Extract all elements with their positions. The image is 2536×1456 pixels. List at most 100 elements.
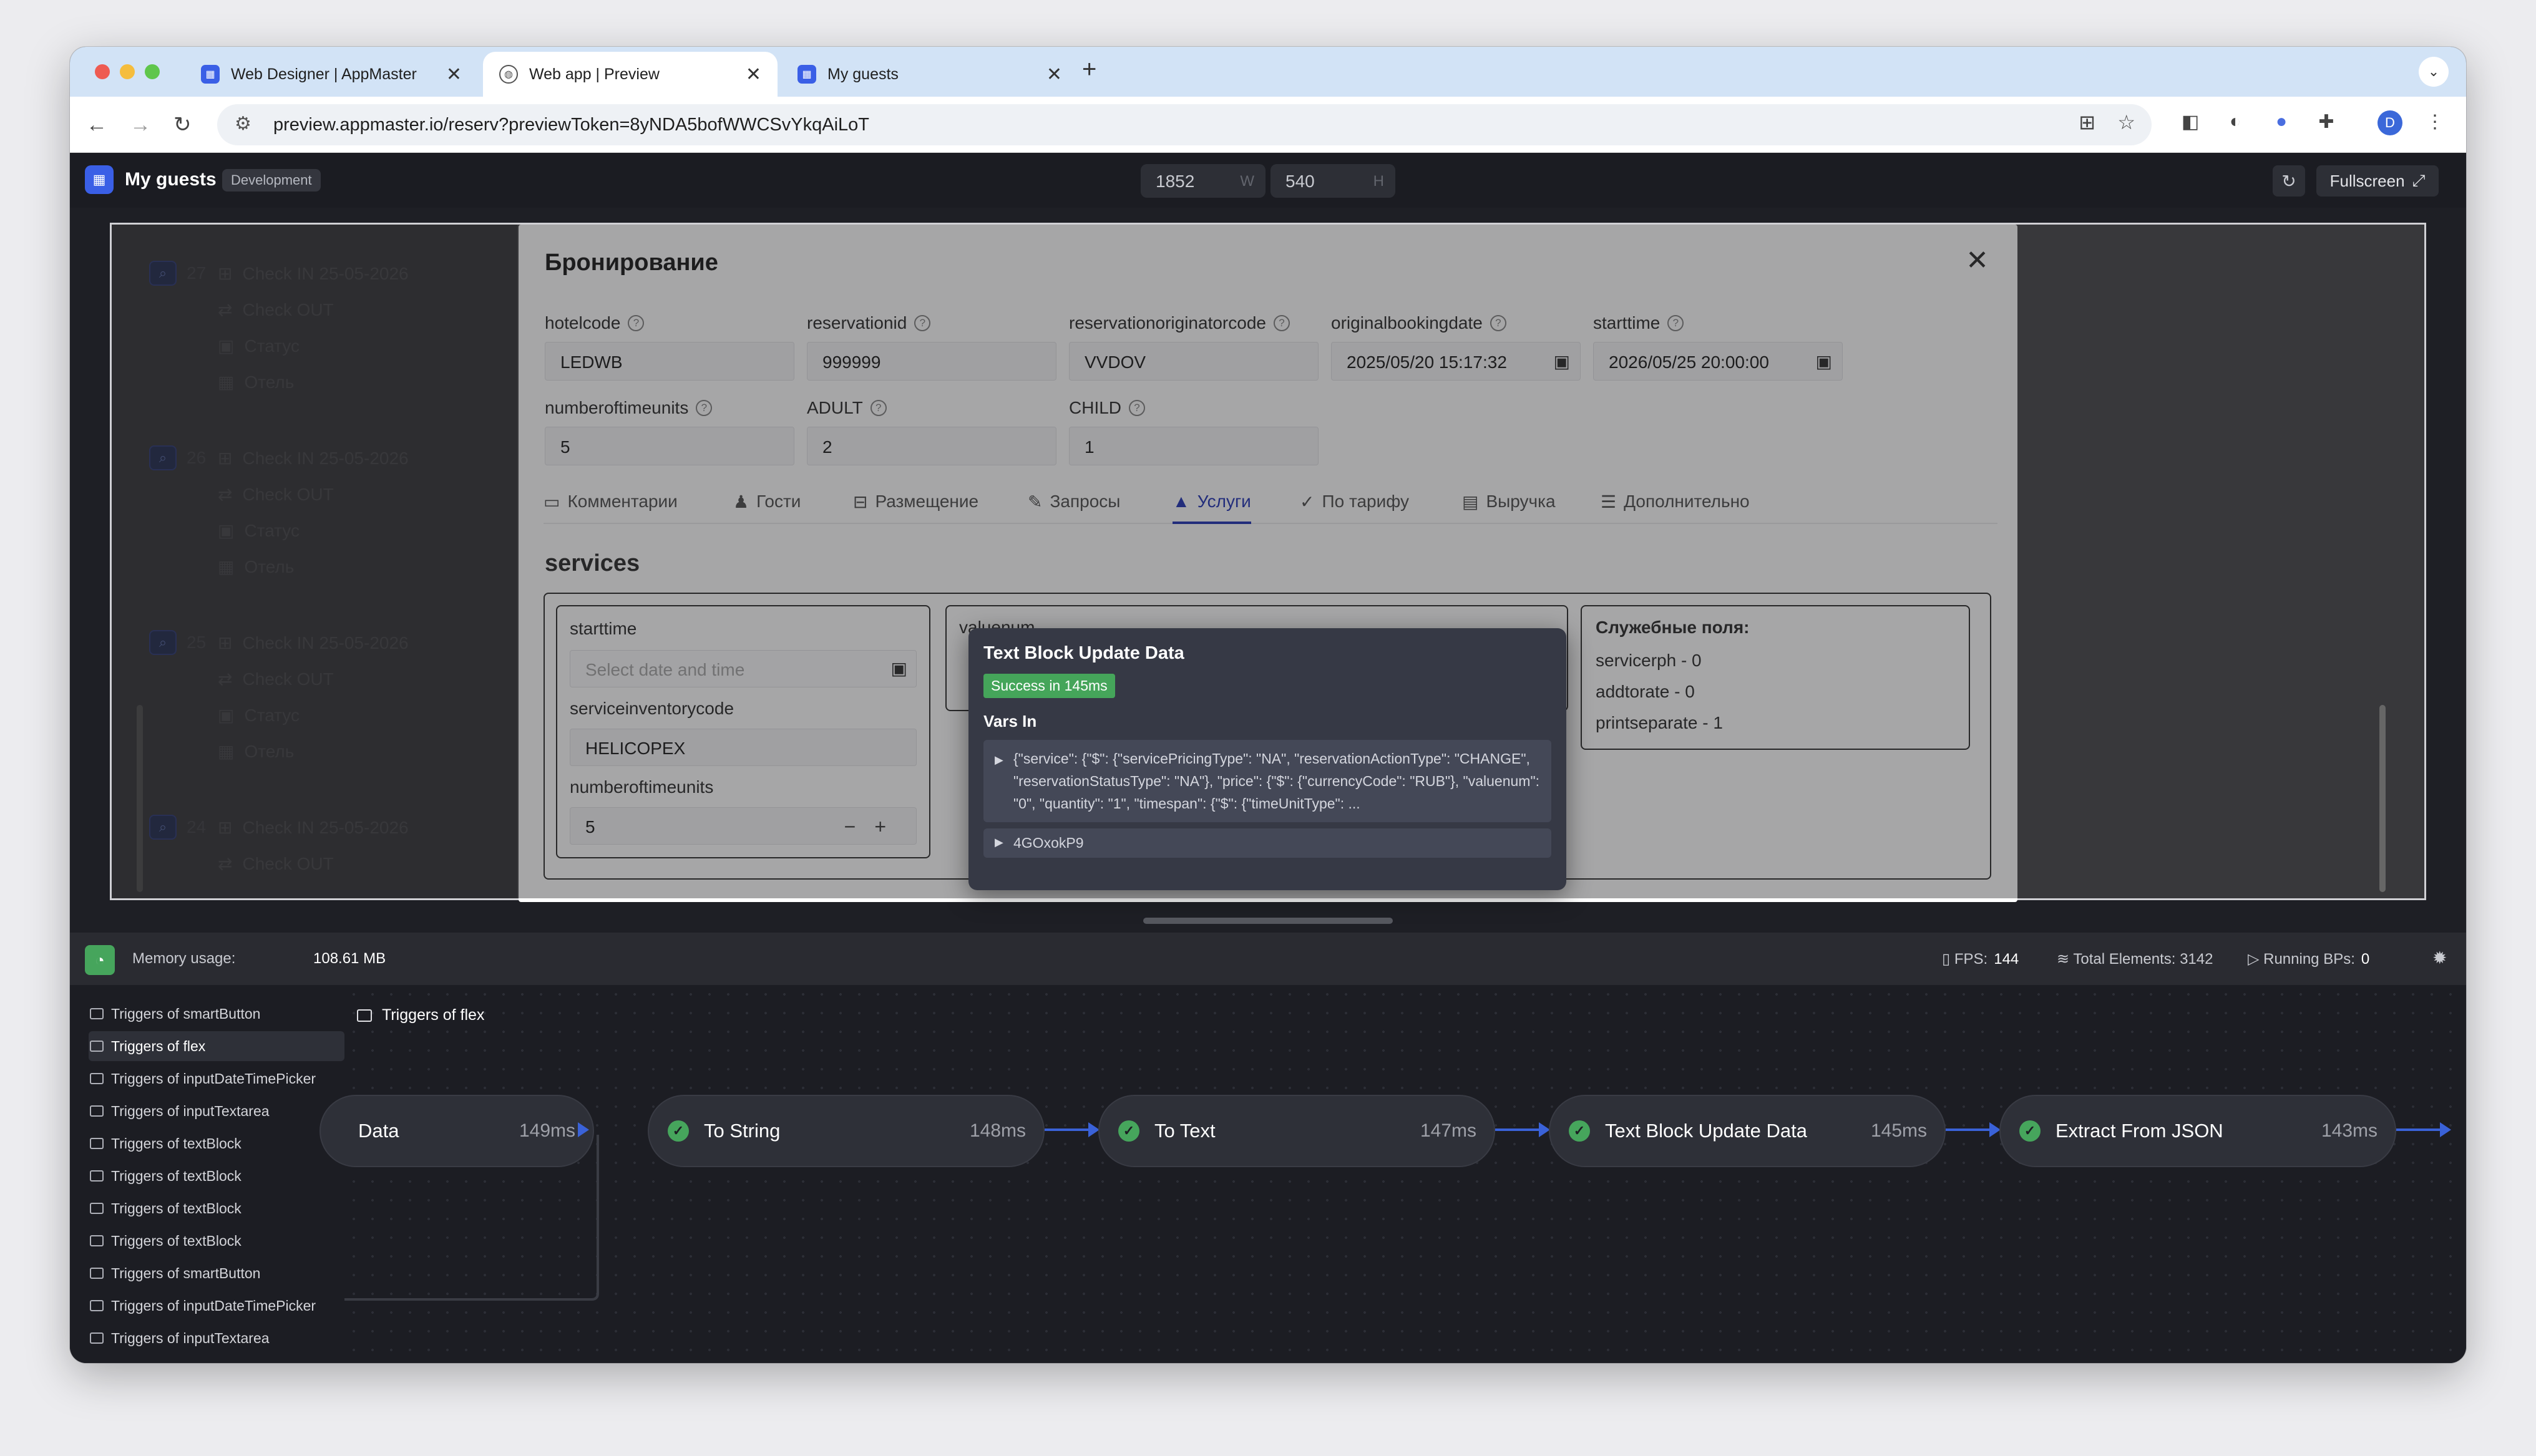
help-icon[interactable]: ? [870,400,887,416]
trigger-item[interactable]: Triggers of flex [89,1031,344,1061]
trigger-item[interactable]: Triggers of smartButton [89,1258,344,1288]
profile-avatar[interactable]: D [2378,110,2402,135]
tab-guests[interactable]: ♟ Гости [733,492,801,524]
trigger-item[interactable]: Triggers of inputTextarea [89,1096,344,1126]
flow-node-to-text[interactable]: ✓ To Text 147ms [1098,1095,1495,1167]
extension-dot-icon[interactable]: ● [2269,109,2294,134]
reservationid-input[interactable]: 999999 [807,342,1056,381]
help-icon[interactable]: ? [1490,315,1506,331]
help-icon[interactable]: ? [696,400,713,416]
refresh-preview-button[interactable]: ↻ [2273,165,2305,197]
browser-tab-2[interactable]: ▦ My guests ✕ [781,52,1078,97]
component-icon [90,1170,104,1182]
extension-puzzle-gray-icon[interactable]: ◐ [2223,109,2248,134]
resize-handle[interactable] [1143,918,1393,924]
help-icon[interactable]: ? [1129,400,1146,416]
help-icon[interactable]: ? [628,315,645,331]
trigger-item[interactable]: Triggers of inputTextarea [89,1323,344,1353]
flow-node-data[interactable]: Data 149ms [319,1095,594,1167]
starttime-input[interactable]: 2026/05/25 20:00:00 ▣ [1593,342,1843,381]
help-icon[interactable]: ? [914,315,931,331]
height-value: 540 [1285,172,1315,191]
bookmark-star-icon[interactable]: ☆ [2117,110,2135,134]
address-bar[interactable]: ⚙ preview.appmaster.io/reserv?previewTok… [217,104,2152,145]
numberoftimeunits-input[interactable]: 5 [545,427,794,465]
trigger-item[interactable]: Triggers of smartButton [89,999,344,1029]
calendar-icon[interactable]: ▣ [891,658,907,679]
tab-services[interactable]: ▲ Услуги [1173,492,1251,524]
tab-comments[interactable]: ▭ Комментарии [544,492,678,524]
list-item-line: ▦ Отель [218,742,295,761]
flow-canvas[interactable]: Triggers of flex Data 149ms ✓ To String 148… [319,985,2466,1363]
browser-menu-kebab-icon[interactable]: ⋮ [2422,109,2447,134]
extension-shield-icon[interactable]: ◧ [2178,109,2203,134]
env-badge: Development [222,169,321,192]
browser-tab-1[interactable]: ◍ Web app | Preview ✕ [483,52,778,97]
flow-node-to-string[interactable]: ✓ To String 148ms [648,1095,1045,1167]
tab-search-chevron-icon[interactable]: ⌄ [2419,57,2449,87]
trigger-item[interactable]: Triggers of inputDateTimePicker [89,1064,344,1094]
flow-arrow [2440,1122,2451,1137]
adult-input[interactable]: 2 [807,427,1056,465]
expand-triangle-icon[interactable]: ▶ [995,836,1003,849]
hotelcode-input[interactable]: LEDWB [545,342,794,381]
new-tab-plus-icon[interactable]: + [1082,56,1096,84]
tab-additional[interactable]: ☰ Дополнительно [1601,492,1750,524]
maximize-window-dot[interactable] [145,64,160,79]
height-input[interactable]: 540 H [1270,164,1395,198]
reservationoriginatorcode-input[interactable]: VVDOV [1069,342,1319,381]
trigger-item[interactable]: Triggers of textBlock [89,1226,344,1256]
minimize-window-dot[interactable] [120,64,135,79]
layers-icon: ≋ [2057,951,2074,968]
list-item-count: 25 [187,633,207,652]
trigger-item[interactable]: Triggers of inputDateTimePicker [89,1291,344,1321]
expand-triangle-icon[interactable]: ▶ [995,749,1003,771]
tab-requests[interactable]: ✎ Запросы [1028,492,1120,524]
units-stepper[interactable]: 5 −+ [570,807,917,845]
service-icon: ▲ [1173,492,1190,511]
modal-close-icon[interactable]: ✕ [1966,247,1989,274]
help-icon[interactable]: ? [1667,315,1684,331]
left-scrollbar[interactable] [137,705,143,892]
person-icon: ♟ [733,492,749,512]
browser-tab-0[interactable]: ▦ Web Designer | AppMaster ✕ [185,52,478,97]
help-icon[interactable]: ? [1273,315,1290,331]
translate-icon[interactable]: ⊞ [2079,110,2095,134]
trigger-item[interactable]: Triggers of textBlock [89,1193,344,1223]
calendar-icon[interactable]: ▣ [1816,351,1832,372]
site-info-icon[interactable]: ⚙ [235,113,251,135]
extensions-puzzle-icon[interactable]: ✚ [2314,109,2339,134]
tab-by-rate[interactable]: ✓ По тарифу [1300,492,1409,524]
child-input[interactable]: 1 [1069,427,1319,465]
originalbookingdate-input[interactable]: 2025/05/20 15:17:32 ▣ [1331,342,1581,381]
tab-close-icon[interactable]: ✕ [746,64,761,85]
trigger-item[interactable]: Triggers of textBlock [89,1161,344,1191]
right-scrollbar[interactable] [2379,705,2386,892]
placeholder-text: Select date and time [585,660,745,679]
field-adult: ADULT? 2 [807,396,1056,465]
service-starttime-input[interactable]: Select date and time ▣ [570,650,917,687]
calendar-icon[interactable]: ▣ [1554,351,1570,372]
close-window-dot[interactable] [95,64,110,79]
forward-arrow-icon[interactable]: → [130,110,151,139]
tab-close-icon[interactable]: ✕ [446,64,462,85]
vars-item-row[interactable]: ▶ 4GOxokP9 [983,828,1551,858]
flow-node-text-block-update[interactable]: ✓ Text Block Update Data 145ms [1549,1095,1946,1167]
back-arrow-icon[interactable]: ← [86,110,107,139]
trigger-item[interactable]: Triggers of textBlock [89,1128,344,1158]
field-label: hotelcode [545,313,621,332]
fullscreen-button[interactable]: Fullscreen ⤢ [2316,165,2439,197]
reload-icon[interactable]: ↻ [173,110,192,139]
browser-window: ▦ Web Designer | AppMaster ✕ ◍ Web app |… [70,47,2466,1363]
tab-close-icon[interactable]: ✕ [1046,64,1062,85]
width-input[interactable]: 1852 W [1141,164,1266,198]
vars-json-block[interactable]: ▶ {"service": {"$": {"servicePricingType"… [983,740,1551,822]
serviceinventorycode-input[interactable]: HELICOPEX [570,729,917,766]
flow-node-extract-json[interactable]: ✓ Extract From JSON 143ms [1999,1095,2396,1167]
tab-accommodation[interactable]: ⊟ Размещение [853,492,978,524]
minus-plus-icon[interactable]: −+ [844,815,905,838]
bug-icon[interactable]: ✹ [2432,948,2447,968]
node-time: 143ms [2321,1120,2378,1141]
search-icon: ⌕ [149,261,177,286]
tab-revenue[interactable]: ▤ Выручка [1462,492,1556,524]
